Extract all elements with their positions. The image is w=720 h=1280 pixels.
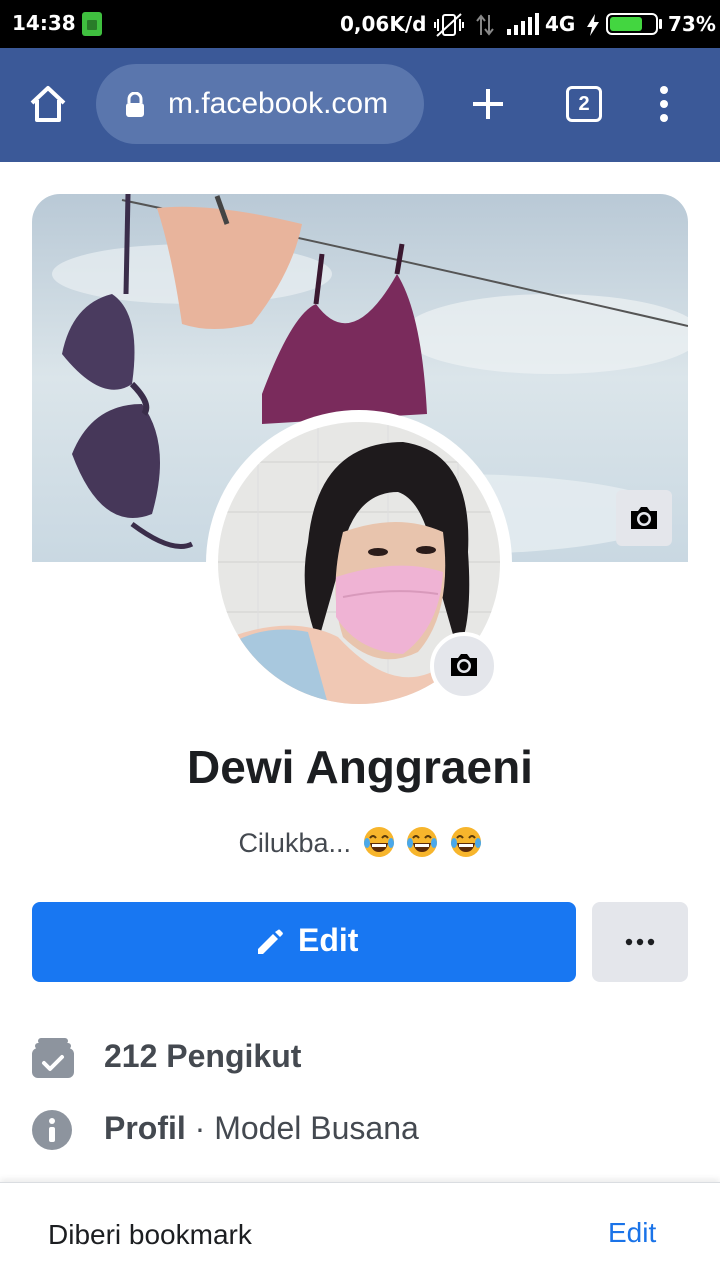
camera-icon xyxy=(631,507,657,529)
charging-icon xyxy=(587,14,599,36)
bio-text: Cilukba... xyxy=(238,828,351,858)
battery-level xyxy=(610,17,642,31)
laughing-tears-emoji-icon xyxy=(363,827,394,857)
address-bar[interactable]: m.facebook.com xyxy=(96,64,424,144)
network-speed: 0,06K/d xyxy=(340,12,427,36)
profile-name: Dewi Anggraeni xyxy=(187,741,533,793)
status-bar: 14:38 0,06K/d 4G 73% xyxy=(0,0,720,48)
tabs-icon[interactable]: 2 xyxy=(566,86,602,122)
profile-category: Model Busana xyxy=(214,1110,419,1146)
battery-icon xyxy=(606,13,658,35)
bookmark-edit-button[interactable]: Edit xyxy=(608,1217,656,1249)
battery-percent: 73% xyxy=(668,12,716,36)
vibrate-off-icon xyxy=(434,13,464,37)
followers-count[interactable]: 212 Pengikut xyxy=(104,1038,301,1075)
laughing-tears-emoji-icon xyxy=(407,827,438,857)
info-icon xyxy=(32,1110,72,1150)
edit-profile-label: Edit xyxy=(298,922,359,958)
new-tab-icon[interactable] xyxy=(470,86,506,122)
browser-toolbar: m.facebook.com 2 xyxy=(0,48,720,162)
status-time: 14:38 xyxy=(12,11,76,35)
profile-bio: Cilukba... xyxy=(0,826,720,859)
menu-icon[interactable] xyxy=(654,84,674,124)
data-arrows-icon xyxy=(476,14,494,36)
url-text: m.facebook.com xyxy=(168,87,389,120)
network-type: 4G xyxy=(545,12,576,36)
edit-cover-button[interactable] xyxy=(616,490,672,546)
pencil-icon xyxy=(258,929,283,954)
profile-category-row: Profil · Model Busana xyxy=(104,1110,419,1147)
signal-icon xyxy=(507,13,539,35)
bookmark-bar: Diberi bookmark Edit xyxy=(0,1182,720,1280)
edit-avatar-button[interactable] xyxy=(430,632,498,700)
camera-icon xyxy=(451,654,477,676)
profile-label: Profil xyxy=(104,1110,186,1146)
home-icon[interactable] xyxy=(28,84,68,124)
lock-icon xyxy=(126,92,144,117)
followers-text: 212 Pengikut xyxy=(104,1038,302,1074)
battery-cap xyxy=(659,19,662,29)
separator: · xyxy=(185,1110,215,1146)
bookmark-status: Diberi bookmark xyxy=(48,1219,252,1250)
more-dots-icon xyxy=(625,938,655,946)
more-options-button[interactable] xyxy=(592,902,688,982)
laughing-tears-emoji-icon xyxy=(450,827,481,857)
sim-icon xyxy=(82,12,102,36)
followers-icon xyxy=(32,1038,74,1078)
